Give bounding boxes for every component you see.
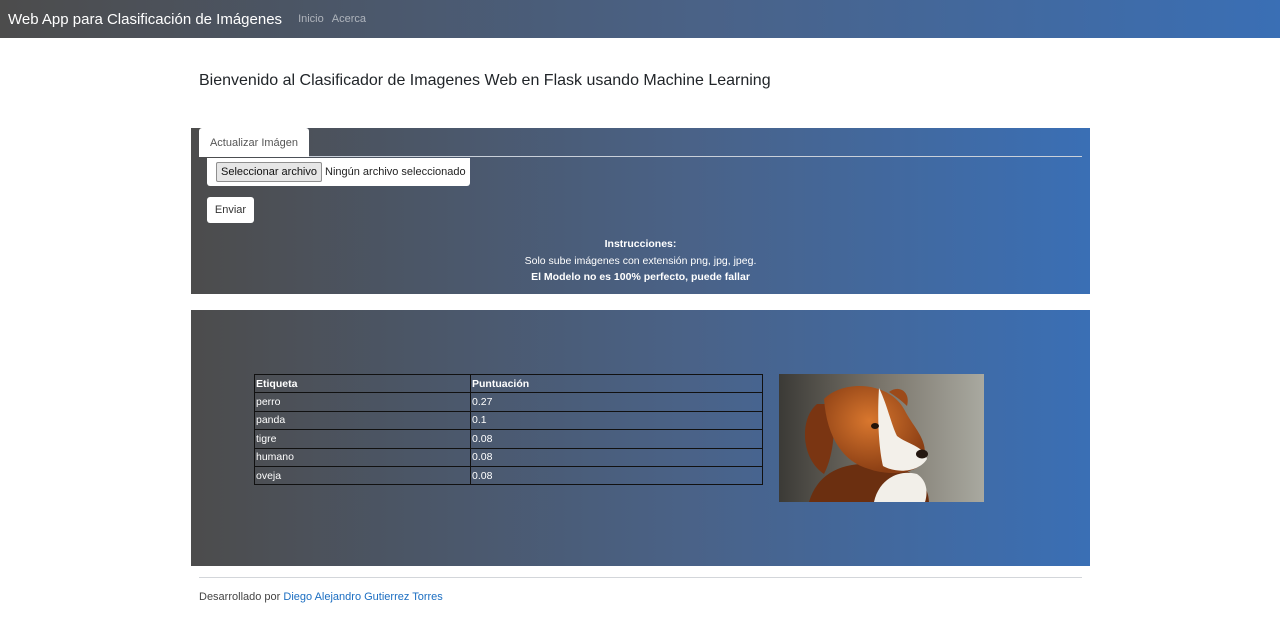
table-header-row: Etiqueta Puntuación: [254, 373, 763, 394]
submit-button[interactable]: Enviar: [207, 197, 254, 223]
author-link[interactable]: Diego Alejandro Gutierrez Torres: [283, 591, 442, 603]
row-label: tigre: [254, 429, 471, 449]
tab-divider: [199, 156, 1082, 157]
row-label: oveja: [254, 465, 471, 486]
table-row: panda 0.1: [254, 410, 763, 431]
file-status-text: Ningún archivo seleccionado: [325, 166, 466, 178]
table-row: humano 0.08: [254, 447, 763, 467]
table-row: oveja 0.08: [254, 465, 763, 486]
footer-divider: [199, 577, 1082, 578]
header-puntuacion: Puntuación: [470, 373, 763, 394]
header-etiqueta: Etiqueta: [254, 373, 471, 394]
navbar-brand[interactable]: Web App para Clasificación de Imágenes: [8, 11, 282, 28]
upload-panel: Actualizar Imágen Seleccionar archivo Ni…: [191, 128, 1090, 294]
page-title: Bienvenido al Clasificador de Imagenes W…: [199, 72, 771, 89]
footer-prefix: Desarrollado por: [199, 591, 281, 603]
table-row: perro 0.27: [254, 392, 763, 412]
file-input[interactable]: Seleccionar archivo Ningún archivo selec…: [207, 158, 470, 186]
instructions-line-warning: El Modelo no es 100% perfecto, puede fal…: [531, 271, 750, 283]
row-score: 0.27: [470, 392, 763, 412]
row-score: 0.1: [470, 410, 763, 431]
instructions: Instrucciones: Solo sube imágenes con ex…: [191, 236, 1090, 286]
results-table: Etiqueta Puntuación perro 0.27 panda 0.1…: [254, 373, 763, 486]
row-score: 0.08: [470, 429, 763, 449]
instructions-heading: Instrucciones:: [604, 238, 677, 250]
nav-link-inicio[interactable]: Inicio: [298, 13, 324, 25]
uploaded-dog-image: [779, 374, 984, 502]
instructions-line-extensions: Solo sube imágenes con extensión png, jp…: [524, 254, 757, 267]
select-file-button[interactable]: Seleccionar archivo: [216, 162, 322, 182]
row-score: 0.08: [470, 447, 763, 467]
top-navbar: Web App para Clasificación de Imágenes I…: [0, 0, 1280, 38]
footer: Desarrollado por Diego Alejandro Gutierr…: [199, 591, 443, 603]
row-label: perro: [254, 392, 471, 412]
results-panel: Etiqueta Puntuación perro 0.27 panda 0.1…: [191, 310, 1090, 566]
row-score: 0.08: [470, 465, 763, 486]
nav-link-acerca[interactable]: Acerca: [332, 13, 366, 25]
tab-actualizar-imagen[interactable]: Actualizar Imágen: [199, 128, 309, 157]
dog-illustration: [779, 374, 984, 502]
row-label: panda: [254, 410, 471, 431]
row-label: humano: [254, 447, 471, 467]
table-row: tigre 0.08: [254, 429, 763, 449]
